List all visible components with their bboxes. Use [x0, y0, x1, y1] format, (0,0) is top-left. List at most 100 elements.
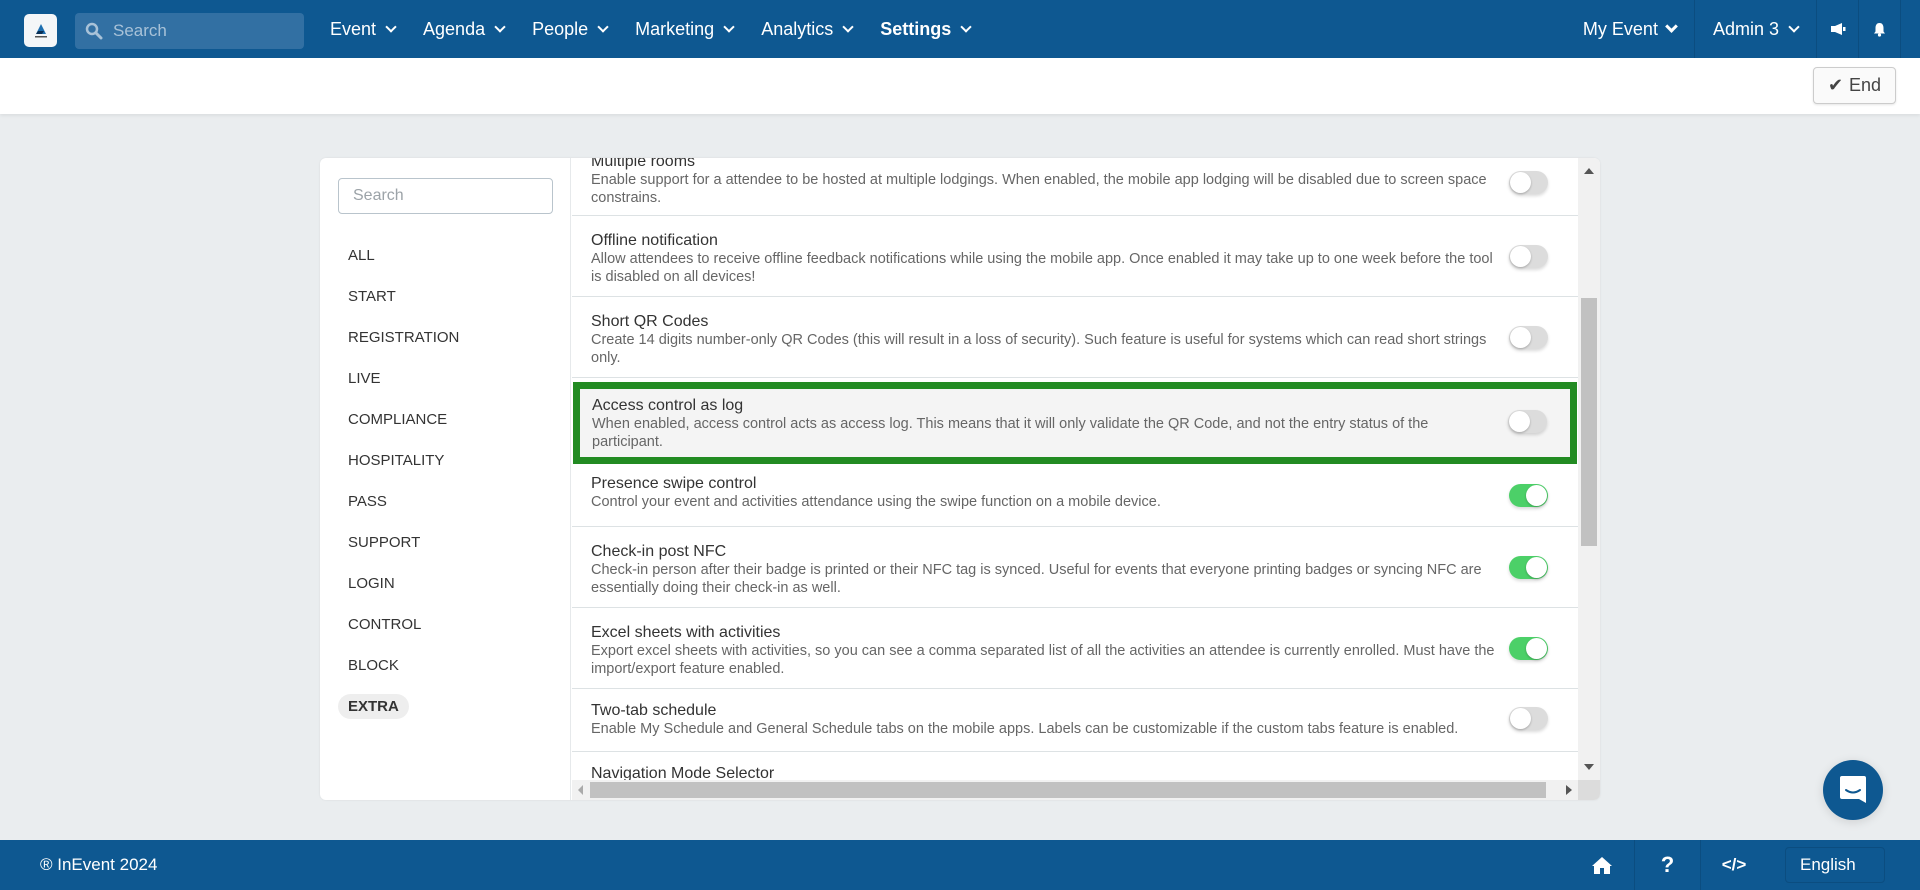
feature-toggle[interactable] — [1509, 245, 1548, 268]
category-label: REGISTRATION — [348, 329, 460, 346]
language-selector[interactable]: English — [1785, 847, 1885, 883]
end-button[interactable]: ✔ End — [1813, 67, 1896, 104]
menu-event[interactable]: Event — [330, 18, 397, 40]
chevron-down-icon — [723, 21, 735, 33]
feature-toggle[interactable] — [1508, 410, 1547, 433]
feature-toggle[interactable] — [1509, 326, 1548, 349]
home-button[interactable] — [1569, 840, 1635, 890]
feature-description: Allow attendees to receive offline feedb… — [591, 251, 1493, 285]
megaphone-icon — [1830, 23, 1845, 35]
menu-marketing[interactable]: Marketing — [635, 19, 735, 40]
category-label: HOSPITALITY — [348, 452, 445, 469]
language-label: English — [1800, 855, 1856, 874]
chat-support-button[interactable] — [1823, 760, 1883, 820]
notifications-button[interactable] — [1858, 0, 1900, 58]
chevron-down-icon — [1665, 20, 1678, 33]
scroll-down-arrow-icon[interactable] — [1584, 764, 1594, 770]
scroll-left-arrow-icon[interactable] — [578, 785, 583, 795]
category-registration[interactable]: REGISTRATION — [338, 317, 469, 358]
feature-row: Navigation Mode Selector — [572, 752, 1578, 780]
code-icon: </> — [1721, 855, 1747, 874]
feature-description: Check-in person after their badge is pri… — [591, 562, 1482, 596]
category-label: PASS — [348, 493, 387, 510]
nav-spacer — [1900, 0, 1920, 58]
feature-row: Presence swipe control Control your even… — [572, 464, 1578, 527]
feature-title: Two-tab schedule — [591, 702, 717, 719]
scroll-right-arrow-icon[interactable] — [1566, 785, 1572, 795]
category-label: CONTROL — [348, 616, 422, 633]
category-label: ALL — [348, 247, 375, 264]
category-control[interactable]: CONTROL — [338, 604, 469, 645]
feature-toggle[interactable] — [1509, 171, 1548, 194]
feature-title: Navigation Mode Selector — [591, 765, 775, 780]
menu-people-label: People — [532, 18, 589, 39]
menu-event-label: Event — [330, 18, 377, 39]
chevron-down-icon — [1788, 21, 1800, 33]
embed-code-button[interactable]: </> — [1701, 840, 1767, 890]
category-extra[interactable]: EXTRA — [338, 686, 469, 727]
feature-toggle[interactable] — [1509, 707, 1548, 730]
feature-row: Offline notification Allow attendees to … — [572, 216, 1578, 297]
category-block[interactable]: BLOCK — [338, 645, 469, 686]
feature-row: Check-in post NFC Check-in person after … — [572, 527, 1578, 608]
global-search-input[interactable] — [113, 21, 293, 41]
feature-title: Short QR Codes — [591, 313, 709, 330]
sub-header: ✔ End — [0, 58, 1920, 114]
home-icon — [1591, 856, 1612, 874]
vertical-scroll-thumb[interactable] — [1581, 298, 1597, 546]
menu-agenda[interactable]: Agenda — [423, 18, 506, 40]
user-menu[interactable]: Admin 3 — [1693, 0, 1816, 58]
help-button[interactable]: ? — [1635, 840, 1701, 890]
menu-analytics-label: Analytics — [761, 18, 834, 39]
category-search-input[interactable] — [338, 178, 553, 214]
category-label: SUPPORT — [348, 534, 421, 551]
inevent-logo-icon[interactable] — [24, 14, 57, 47]
help-icon: ? — [1660, 852, 1675, 877]
announcements-button[interactable] — [1816, 0, 1858, 58]
feature-row-highlighted: Access control as log When enabled, acce… — [573, 382, 1577, 464]
chevron-down-icon — [960, 21, 972, 33]
right-nav: My Event Admin 3 — [1565, 0, 1920, 58]
feature-row: Excel sheets with activities Export exce… — [572, 608, 1578, 689]
feature-toggle[interactable] — [1509, 637, 1548, 660]
category-support[interactable]: SUPPORT — [338, 522, 469, 563]
chat-icon — [1840, 776, 1866, 803]
horizontal-scroll-thumb[interactable] — [590, 782, 1546, 798]
chevron-down-icon — [597, 21, 609, 33]
feature-description: Enable My Schedule and General Schedule … — [591, 721, 1459, 737]
chevron-down-icon — [842, 21, 854, 33]
category-compliance[interactable]: COMPLIANCE — [338, 399, 469, 440]
feature-title: Check-in post NFC — [591, 543, 727, 560]
category-start[interactable]: START — [338, 276, 469, 317]
category-hospitality[interactable]: HOSPITALITY — [338, 440, 469, 481]
vertical-scrollbar[interactable] — [1578, 158, 1600, 780]
feature-toggle[interactable] — [1509, 484, 1548, 507]
category-label: START — [348, 288, 396, 305]
menu-analytics[interactable]: Analytics — [761, 18, 854, 40]
menu-people[interactable]: People — [532, 18, 609, 40]
end-button-label: End — [1849, 75, 1882, 95]
menu-agenda-label: Agenda — [423, 18, 486, 39]
menu-settings-label: Settings — [880, 18, 952, 39]
category-all[interactable]: ALL — [338, 235, 469, 276]
feature-row: Two-tab schedule Enable My Schedule and … — [572, 689, 1578, 752]
feature-row: Short QR Codes Create 14 digits number-o… — [572, 297, 1578, 378]
category-label: LIVE — [348, 370, 381, 387]
feature-toggle[interactable] — [1509, 556, 1548, 579]
feature-description: Control your event and activities attend… — [591, 494, 1161, 510]
category-live[interactable]: LIVE — [338, 358, 469, 399]
horizontal-scrollbar[interactable] — [572, 780, 1578, 800]
scroll-up-arrow-icon[interactable] — [1584, 168, 1594, 174]
category-pass[interactable]: PASS — [338, 481, 469, 522]
search-icon — [85, 22, 103, 40]
menu-settings[interactable]: Settings — [880, 18, 972, 40]
category-login[interactable]: LOGIN — [338, 563, 469, 604]
global-search[interactable] — [75, 13, 304, 49]
feature-description: Export excel sheets with activities, so … — [591, 643, 1495, 677]
copyright-text: ® InEvent 2024 — [40, 855, 158, 874]
category-list: ALL START REGISTRATION LIVE COMPLIANCE H… — [338, 235, 469, 727]
feature-title: Presence swipe control — [591, 475, 757, 492]
category-label: COMPLIANCE — [348, 411, 448, 428]
feature-title: Offline notification — [591, 232, 718, 249]
event-selector[interactable]: My Event — [1565, 0, 1694, 58]
